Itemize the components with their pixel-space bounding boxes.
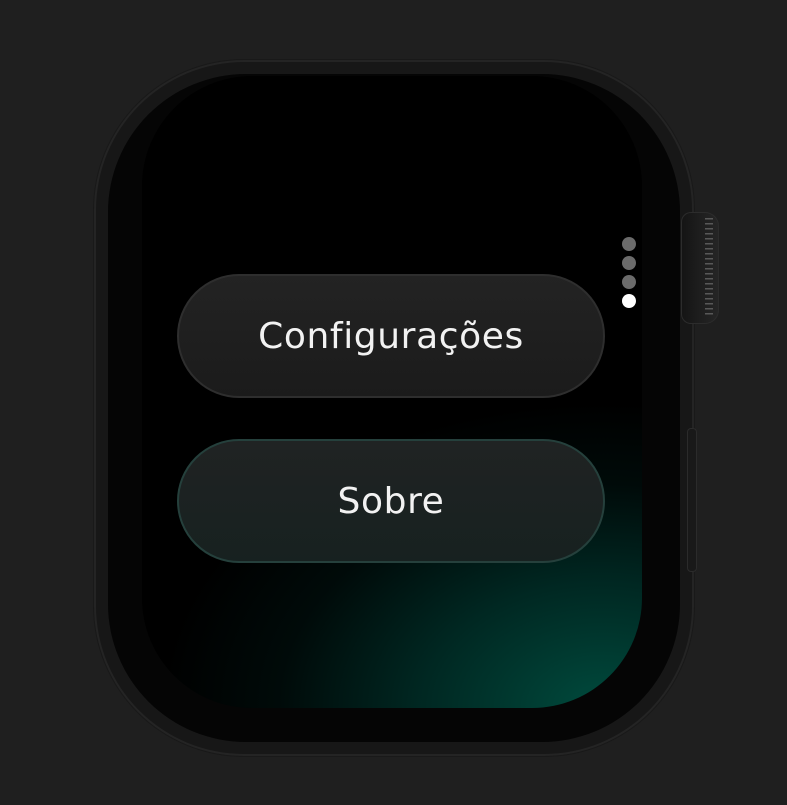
page-indicator	[622, 237, 636, 308]
crown-ridges	[705, 218, 713, 318]
page-dot-4-active	[622, 294, 636, 308]
settings-button-label: Configurações	[258, 315, 524, 357]
settings-button[interactable]: Configurações	[177, 274, 605, 398]
page-dot-3	[622, 275, 636, 289]
about-button-label: Sobre	[337, 480, 445, 522]
about-button[interactable]: Sobre	[177, 439, 605, 563]
page-dot-1	[622, 237, 636, 251]
watch-stage: Configurações Sobre	[0, 0, 787, 805]
side-button[interactable]	[687, 428, 697, 572]
page-dot-2	[622, 256, 636, 270]
digital-crown[interactable]	[681, 212, 719, 324]
